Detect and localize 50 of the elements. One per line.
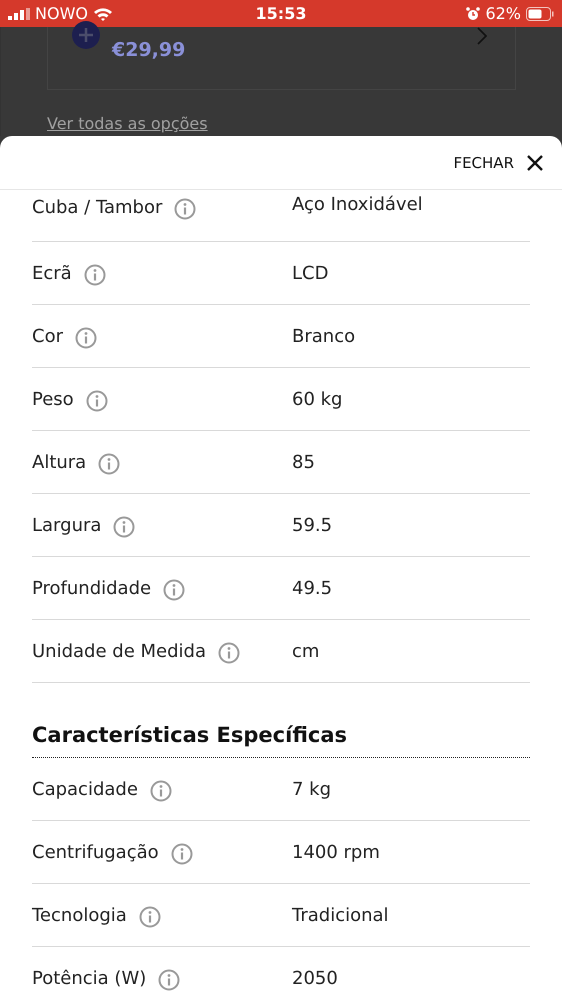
spec-value: 1400 rpm [292,842,380,862]
spec-value: cm [292,640,320,662]
info-icon[interactable] [74,327,97,349]
info-icon[interactable] [218,642,240,664]
spec-label: Potência (W) [32,968,146,988]
wifi-icon [92,6,113,20]
spec-value: 2050 [292,968,338,988]
info-icon[interactable] [174,198,196,220]
section-title: Características Específicas [32,723,530,758]
spec-label: Largura [32,514,102,536]
price: €29,99 [112,39,186,61]
spec-value: 85 [292,452,315,472]
spec-value: Tradicional [292,904,389,926]
spec-label: Ecrã [32,262,72,284]
info-icon[interactable] [113,516,136,538]
spec-value: LCD [292,262,328,284]
chevron-right-icon[interactable] [477,27,487,45]
alarm-icon [466,6,480,20]
spec-label: Profundidade [32,578,152,598]
all-options-link[interactable]: Ver todas as opções [47,114,208,133]
close-button[interactable]: FECHAR [453,154,544,172]
info-icon[interactable] [163,579,186,601]
spec-value: 59.5 [292,514,332,536]
spec-label: Unidade de Medida [32,640,206,662]
spec-label: Cuba / Tambor [32,196,162,218]
close-icon [526,154,544,172]
info-icon[interactable] [170,843,193,865]
spec-label: Centrifugação [32,842,159,862]
signal-icon [8,8,30,20]
info-icon[interactable] [138,906,161,928]
info-icon[interactable] [150,780,172,802]
info-icon[interactable] [98,453,120,475]
spec-value: Branco [292,326,356,346]
spec-label: Cor [32,326,63,346]
spec-label: Capacidade [32,778,138,800]
battery-icon [526,6,554,20]
spec-label: Altura [32,452,86,472]
info-icon[interactable] [84,264,106,286]
battery-percent: 62% [485,4,521,23]
spec-label: Peso [32,388,74,410]
carrier-name: NOWO [35,4,88,23]
clock-time: 15:53 [256,4,306,23]
info-icon[interactable] [86,390,108,412]
spec-value: 49.5 [292,578,332,598]
spec-label: Tecnologia [32,904,127,926]
spec-value: 7 kg [292,778,332,800]
spec-value: Aço Inoxidável [292,194,423,215]
info-icon[interactable] [158,969,180,991]
spec-value: 60 kg [292,388,342,410]
plus-icon[interactable] [72,21,100,49]
